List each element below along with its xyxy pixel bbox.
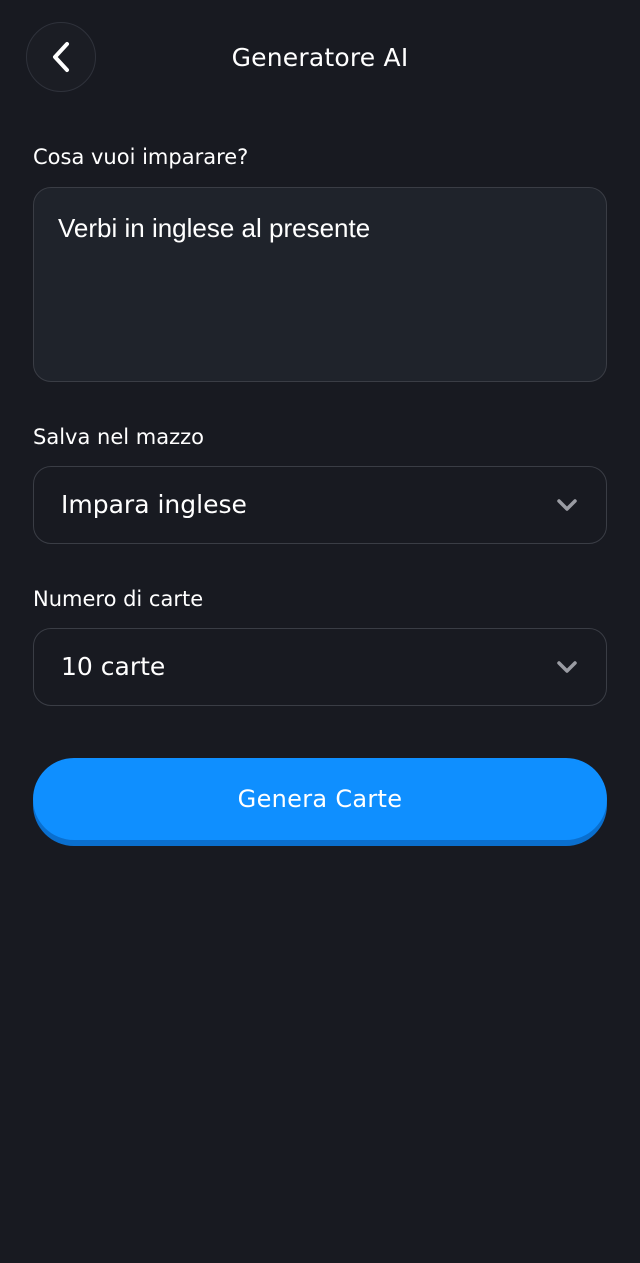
topic-textarea[interactable]: Verbi in inglese al presente [33,187,607,382]
deck-label: Salva nel mazzo [33,425,204,449]
topic-label: Cosa vuoi imparare? [33,145,249,169]
deck-select-value: Impara inglese [61,490,247,519]
page-title: Generatore AI [231,43,409,72]
count-label: Numero di carte [33,587,204,611]
generate-cards-button[interactable]: Genera Carte [33,758,607,840]
count-select[interactable]: 10 carte [33,628,607,706]
deck-select[interactable]: Impara inglese [33,466,607,544]
chevron-down-icon [554,492,580,518]
count-select-value: 10 carte [61,652,166,681]
header: Generatore AI [0,0,640,116]
chevron-down-icon [554,654,580,680]
